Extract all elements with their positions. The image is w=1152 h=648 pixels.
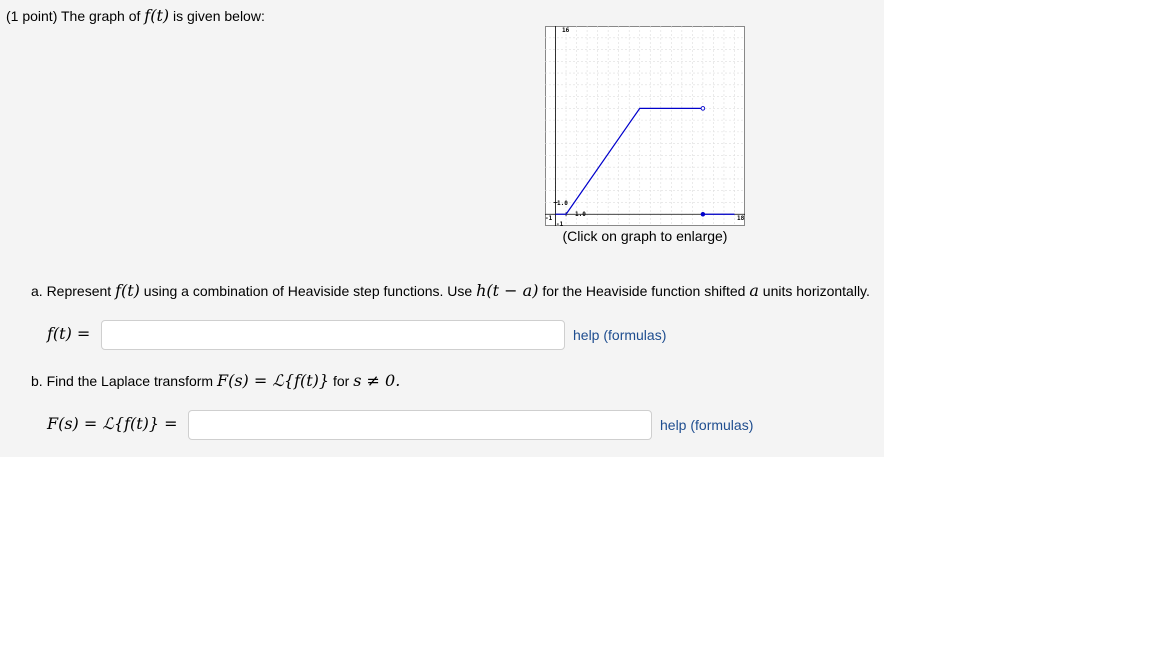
help-formulas-link-a[interactable]: help (formulas) (573, 327, 666, 343)
part-a-heaviside: h(t − a) (476, 281, 539, 300)
answer-b-label: F(s) = ℒ{f(t)} = (47, 414, 178, 433)
part-b-condition: s ≠ 0. (353, 371, 401, 390)
part-b-prefix: b. Find the Laplace transform (31, 373, 217, 389)
part-a-text: a. Represent f(t) using a combination of… (31, 281, 870, 300)
graph-svg[interactable]: 16 -1 -1 18 1.0 1.0 (545, 26, 745, 226)
tick-label-ymax: 16 (562, 27, 570, 34)
part-a-prefix: a. Represent (31, 283, 116, 299)
part-a-suffix: units horizontally. (758, 283, 870, 299)
part-a-function: f(t) (115, 281, 140, 300)
part-b-text: b. Find the Laplace transform F(s) = ℒ{f… (31, 371, 400, 390)
graph-caption[interactable]: (Click on graph to enlarge) (545, 228, 745, 244)
closed-endpoint (700, 211, 706, 217)
intro-suffix: is given below: (169, 8, 265, 24)
answer-a-input[interactable] (101, 320, 565, 350)
answer-b-input[interactable] (188, 410, 652, 440)
tick-label-ymin: -1 (556, 221, 564, 226)
problem-intro: (1 point) The graph of f(t) is given bel… (6, 6, 265, 25)
intro-prefix: (1 point) The graph of (6, 8, 145, 24)
part-a-mid2: for the Heaviside function shifted (538, 283, 750, 299)
part-a-var: a (749, 281, 759, 300)
open-endpoint (700, 106, 706, 111)
function-graph[interactable]: 16 -1 -1 18 1.0 1.0 (545, 26, 745, 226)
tick-label-y-one: 1.0 (557, 200, 568, 207)
tick-label-x-one: 1.0 (575, 211, 586, 218)
intro-function: f(t) (144, 6, 170, 25)
graph-frame (545, 26, 745, 226)
part-b-mid: for (329, 373, 354, 389)
part-b-formula: F(s) = ℒ{f(t)} (217, 371, 330, 390)
problem-panel: (1 point) The graph of f(t) is given bel… (0, 0, 884, 457)
answer-a-label: f(t) = (47, 324, 91, 343)
part-a-mid: using a combination of Heaviside step fu… (139, 283, 477, 299)
help-formulas-link-b[interactable]: help (formulas) (660, 417, 753, 433)
tick-label-xmax: 18 (737, 215, 745, 222)
tick-label-xmin: -1 (545, 215, 553, 222)
